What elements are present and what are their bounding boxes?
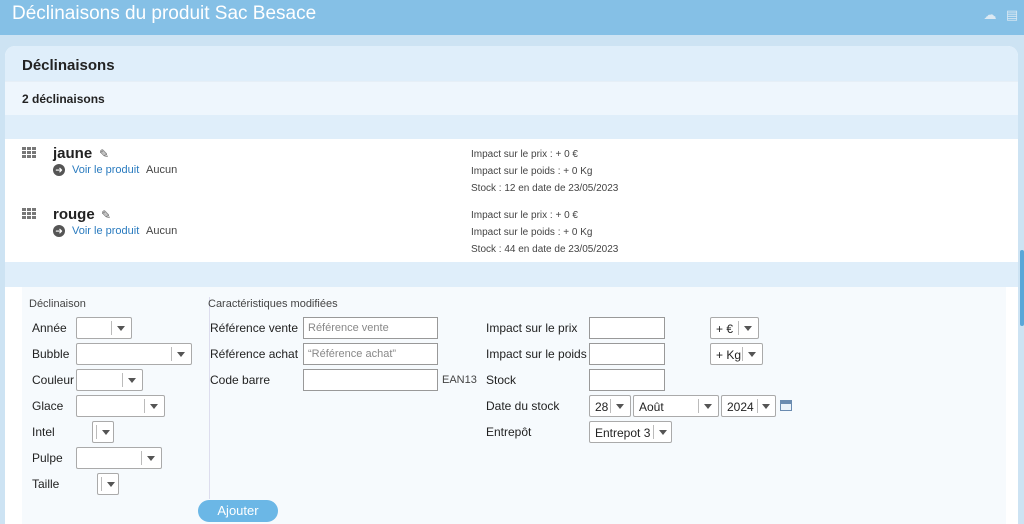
variant-count: 2 déclinaisons	[22, 92, 105, 106]
page-title: Déclinaisons du produit Sac Besace	[12, 3, 317, 24]
barcode-input[interactable]	[303, 369, 438, 391]
calendar-icon[interactable]	[780, 400, 792, 411]
stock-text: Stock : 44 en date de 23/05/2023	[471, 244, 619, 255]
annee-select[interactable]	[76, 317, 132, 339]
price-impact-text: Impact sur le prix : + 0 €	[471, 210, 578, 221]
attr-label: Taille	[32, 477, 60, 491]
add-button[interactable]: Ajouter	[198, 500, 278, 522]
variants-panel: Déclinaisons 2 déclinaisons jaune ✎ ➜ Vo…	[5, 46, 1018, 524]
attr-label: Glace	[32, 399, 64, 413]
barcode-label: Code barre	[210, 373, 271, 387]
month-value: Août	[639, 400, 664, 414]
price-unit-value: + €	[716, 322, 734, 336]
add-variant-form: Déclinaison Année Bubble Couleur Glace I…	[22, 287, 1006, 524]
ref-achat-label: Référence achat	[210, 347, 299, 361]
panel-title: Déclinaisons	[22, 57, 115, 74]
ref-vente-label: Référence vente	[210, 321, 299, 335]
warehouse-select[interactable]: Entrepot 3	[589, 421, 672, 443]
attr-label: Bubble	[32, 347, 70, 361]
weight-impact-label: Impact sur le poids	[486, 347, 587, 361]
variant-ref: Aucun	[146, 164, 178, 176]
variant-row: rouge ✎ ➜ Voir le produit Aucun Impact s…	[5, 200, 1018, 262]
price-impact-text: Impact sur le prix : + 0 €	[471, 149, 578, 160]
day-select[interactable]: 28	[589, 395, 631, 417]
declinaison-header: Déclinaison	[29, 298, 86, 310]
cloud-download-icon[interactable]: ☁	[982, 8, 998, 22]
day-value: 28	[595, 400, 609, 414]
year-value: 2024	[727, 400, 754, 414]
pulpe-select[interactable]	[76, 447, 162, 469]
stock-date-label: Date du stock	[486, 399, 560, 413]
weight-impact-input[interactable]	[589, 343, 665, 365]
barcode-type: EAN13	[442, 374, 477, 386]
month-select[interactable]: Août	[633, 395, 719, 417]
weight-unit-value: + Kg	[716, 348, 742, 362]
arrow-circle-icon: ➜	[53, 225, 65, 237]
weight-impact-text: Impact sur le poids : + 0 Kg	[471, 227, 593, 238]
attr-label: Couleur	[32, 373, 75, 387]
warehouse-value: Entrepot 3	[595, 426, 651, 440]
panel-header: Déclinaisons	[5, 46, 1018, 82]
weight-impact-text: Impact sur le poids : + 0 Kg	[471, 166, 593, 177]
warehouse-label: Entrepôt	[486, 425, 532, 439]
separator-band	[5, 262, 1018, 287]
bubble-select[interactable]	[76, 343, 192, 365]
view-product-link[interactable]: Voir le produit	[72, 225, 139, 237]
variant-count-bar: 2 déclinaisons	[5, 82, 1018, 115]
year-select[interactable]: 2024	[721, 395, 776, 417]
scrollbar[interactable]	[1020, 250, 1024, 326]
variant-name: jaune	[53, 145, 93, 162]
couleur-select[interactable]	[76, 369, 143, 391]
stock-input[interactable]	[589, 369, 665, 391]
grid-icon	[22, 208, 36, 220]
variant-name: rouge	[53, 206, 95, 223]
weight-unit-select[interactable]: + Kg	[710, 343, 763, 365]
arrow-circle-icon: ➜	[53, 164, 65, 176]
ref-achat-input[interactable]: “Référence achat”	[303, 343, 438, 365]
printer-icon[interactable]: ▤	[1004, 8, 1020, 22]
grid-icon	[22, 147, 36, 159]
attr-label: Année	[32, 321, 67, 335]
edit-pencil-icon[interactable]: ✎	[101, 208, 111, 222]
edit-pencil-icon[interactable]: ✎	[99, 147, 109, 161]
taille-select[interactable]	[97, 473, 119, 495]
variant-ref: Aucun	[146, 225, 178, 237]
separator-band	[5, 115, 1018, 139]
glace-select[interactable]	[76, 395, 165, 417]
attr-label: Intel	[32, 425, 55, 439]
top-bar: Déclinaisons du produit Sac Besace ☁ ▤	[0, 0, 1024, 35]
ref-vente-input[interactable]: Référence vente	[303, 317, 438, 339]
intel-select[interactable]	[92, 421, 114, 443]
characteristics-header: Caractéristiques modifiées	[208, 298, 338, 310]
view-product-link[interactable]: Voir le produit	[72, 164, 139, 176]
price-unit-select[interactable]: + €	[710, 317, 759, 339]
stock-text: Stock : 12 en date de 23/05/2023	[471, 183, 619, 194]
price-impact-label: Impact sur le prix	[486, 321, 578, 335]
stock-label: Stock	[486, 373, 517, 387]
variant-row: jaune ✎ ➜ Voir le produit Aucun Impact s…	[5, 139, 1018, 201]
price-impact-input[interactable]	[589, 317, 665, 339]
attr-label: Pulpe	[32, 451, 63, 465]
